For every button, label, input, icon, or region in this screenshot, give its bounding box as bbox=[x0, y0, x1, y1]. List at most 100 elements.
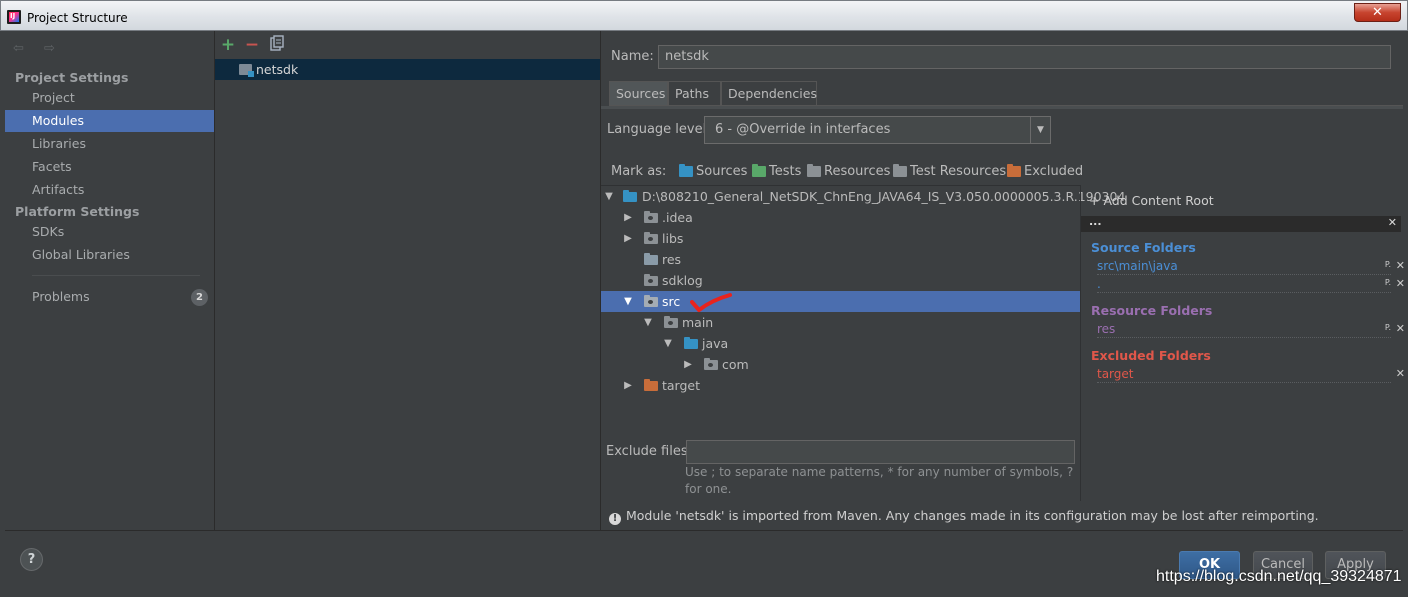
excluded-folders-header: Excluded Folders bbox=[1091, 348, 1211, 363]
exclude-files-field[interactable] bbox=[686, 440, 1075, 464]
close-button[interactable]: ✕ bbox=[1354, 3, 1401, 22]
mark-as-resources-button[interactable]: Resources bbox=[807, 163, 890, 181]
tree-row-main[interactable]: ▼ main bbox=[601, 312, 1080, 333]
package-prefix-icon[interactable]: P. bbox=[1385, 278, 1391, 287]
module-list-panel: + − netsdk bbox=[215, 31, 600, 530]
source-folder-path: . bbox=[1097, 277, 1101, 291]
folder-icon bbox=[644, 274, 658, 286]
module-list-item[interactable]: netsdk bbox=[215, 59, 600, 80]
tree-row-idea[interactable]: ▶ .idea bbox=[601, 207, 1080, 228]
sidebar-divider bbox=[32, 275, 200, 276]
platform-settings-header: Platform Settings bbox=[15, 204, 140, 219]
tree-row-libs[interactable]: ▶ libs bbox=[601, 228, 1080, 249]
problems-count-badge: 2 bbox=[191, 289, 208, 306]
mark-as-sources-button[interactable]: Sources bbox=[679, 163, 747, 181]
name-label: Name: bbox=[611, 49, 654, 64]
settings-sidebar: ⇦ ⇨ Project Settings Project Modules Lib… bbox=[5, 31, 214, 530]
remove-module-button[interactable]: − bbox=[243, 35, 261, 55]
copy-module-button[interactable] bbox=[268, 35, 286, 55]
folder-icon bbox=[623, 190, 637, 202]
source-folder-entry[interactable]: . P. ✕ bbox=[1097, 277, 1405, 293]
tree-label: main bbox=[682, 315, 714, 330]
expand-toggle-icon[interactable]: ▼ bbox=[662, 333, 674, 354]
problems-label: Problems bbox=[32, 289, 90, 304]
tab-sources[interactable]: Sources bbox=[609, 81, 668, 105]
excluded-folder-icon bbox=[1007, 164, 1021, 177]
remove-icon[interactable]: ✕ bbox=[1396, 367, 1405, 380]
tree-label: java bbox=[702, 336, 729, 351]
dropdown-arrow-icon: ▼ bbox=[1030, 117, 1050, 143]
remove-icon[interactable]: ✕ bbox=[1396, 259, 1405, 272]
package-prefix-icon[interactable]: P. bbox=[1385, 323, 1391, 332]
tree-row-com[interactable]: ▶ com bbox=[601, 354, 1080, 375]
tree-row-res[interactable]: res bbox=[601, 249, 1080, 270]
maven-warning: ! Module 'netsdk' is imported from Maven.… bbox=[609, 508, 1319, 525]
mark-as-excluded-label: Excluded bbox=[1024, 164, 1084, 179]
sidebar-item-sdks[interactable]: SDKs bbox=[5, 221, 214, 243]
footer-divider bbox=[5, 530, 1403, 531]
sidebar-item-facets[interactable]: Facets bbox=[5, 156, 214, 178]
language-level-select[interactable]: 6 - @Override in interfaces ▼ bbox=[704, 116, 1051, 144]
expand-toggle-icon[interactable]: ▼ bbox=[642, 312, 654, 333]
tree-label: libs bbox=[662, 231, 684, 246]
tab-paths[interactable]: Paths bbox=[668, 81, 721, 105]
module-icon bbox=[239, 64, 254, 77]
content-root-header: ... ✕ bbox=[1081, 216, 1401, 232]
tree-row-target[interactable]: ▶ target bbox=[601, 375, 1080, 396]
sidebar-item-artifacts[interactable]: Artifacts bbox=[5, 179, 214, 201]
folder-icon bbox=[644, 232, 658, 244]
language-level-value: 6 - @Override in interfaces bbox=[715, 122, 891, 137]
tree-label: D:\808210_General_NetSDK_ChnEng_JAVA64_I… bbox=[642, 189, 1126, 204]
tree-row-sdklog[interactable]: sdklog bbox=[601, 270, 1080, 291]
back-forward-icons[interactable]: ⇦ ⇨ bbox=[13, 41, 63, 56]
sidebar-item-global-libraries[interactable]: Global Libraries bbox=[5, 244, 214, 266]
expand-toggle-icon[interactable]: ▶ bbox=[682, 354, 694, 375]
sidebar-item-modules[interactable]: Modules bbox=[5, 110, 214, 132]
window-title: Project Structure bbox=[27, 11, 128, 25]
remove-icon[interactable]: ✕ bbox=[1396, 277, 1405, 290]
sidebar-item-problems[interactable]: Problems 2 bbox=[5, 286, 214, 308]
tree-label: sdklog bbox=[662, 273, 703, 288]
tree-row-root[interactable]: ▼ D:\808210_General_NetSDK_ChnEng_JAVA64… bbox=[601, 186, 1125, 207]
excluded-folder-entry[interactable]: target ✕ bbox=[1097, 367, 1405, 383]
excluded-folder-path: target bbox=[1097, 367, 1134, 381]
expand-toggle-icon[interactable]: ▶ bbox=[622, 375, 634, 396]
tree-label: target bbox=[662, 378, 701, 393]
package-prefix-icon[interactable]: P. bbox=[1385, 260, 1391, 269]
help-button[interactable]: ? bbox=[20, 548, 43, 571]
tree-row-src[interactable]: ▼ src bbox=[601, 291, 1080, 312]
folder-icon bbox=[664, 316, 678, 328]
intellij-app-icon: IJ bbox=[7, 10, 21, 24]
mark-as-tests-button[interactable]: Tests bbox=[752, 163, 801, 181]
sidebar-item-project[interactable]: Project bbox=[5, 87, 214, 109]
mark-as-excluded-button[interactable]: Excluded bbox=[1007, 163, 1083, 181]
exclude-files-label: Exclude files: bbox=[606, 444, 693, 459]
add-module-button[interactable]: + bbox=[219, 35, 237, 55]
resources-folder-icon bbox=[644, 253, 658, 265]
warning-icon: ! bbox=[609, 513, 621, 525]
tree-label: src bbox=[662, 294, 681, 309]
remove-icon[interactable]: ✕ bbox=[1396, 322, 1405, 335]
remove-root-icon[interactable]: ✕ bbox=[1388, 217, 1397, 229]
tree-row-java[interactable]: ▼ java bbox=[601, 333, 1080, 354]
expand-toggle-icon[interactable]: ▼ bbox=[622, 291, 634, 312]
folder-icon bbox=[644, 295, 658, 307]
tree-label: res bbox=[662, 252, 682, 267]
maven-warning-text: Module 'netsdk' is imported from Maven. … bbox=[626, 508, 1319, 523]
red-checkmark-annotation bbox=[690, 293, 732, 312]
sidebar-item-libraries[interactable]: Libraries bbox=[5, 133, 214, 155]
resource-folder-entry[interactable]: res P. ✕ bbox=[1097, 322, 1405, 338]
module-name-field[interactable]: netsdk bbox=[658, 45, 1391, 69]
expand-toggle-icon[interactable]: ▶ bbox=[622, 207, 634, 228]
add-content-root-button[interactable]: + Add Content Root bbox=[1089, 193, 1214, 208]
mark-as-test-resources-button[interactable]: Test Resources bbox=[893, 163, 1006, 181]
exclude-files-hint: Use ; to separate name patterns, * for a… bbox=[685, 465, 1074, 496]
resource-folders-header: Resource Folders bbox=[1091, 303, 1213, 318]
expand-toggle-icon[interactable]: ▶ bbox=[622, 228, 634, 249]
tab-content-border bbox=[601, 106, 1403, 109]
expand-toggle-icon[interactable]: ▼ bbox=[603, 186, 615, 207]
source-folder-entry[interactable]: src\main\java P. ✕ bbox=[1097, 259, 1405, 275]
content-root-path: ... bbox=[1089, 215, 1102, 228]
tab-dependencies[interactable]: Dependencies bbox=[721, 81, 817, 105]
module-settings-panel: Name: netsdk Sources Paths Dependencies … bbox=[601, 31, 1405, 530]
